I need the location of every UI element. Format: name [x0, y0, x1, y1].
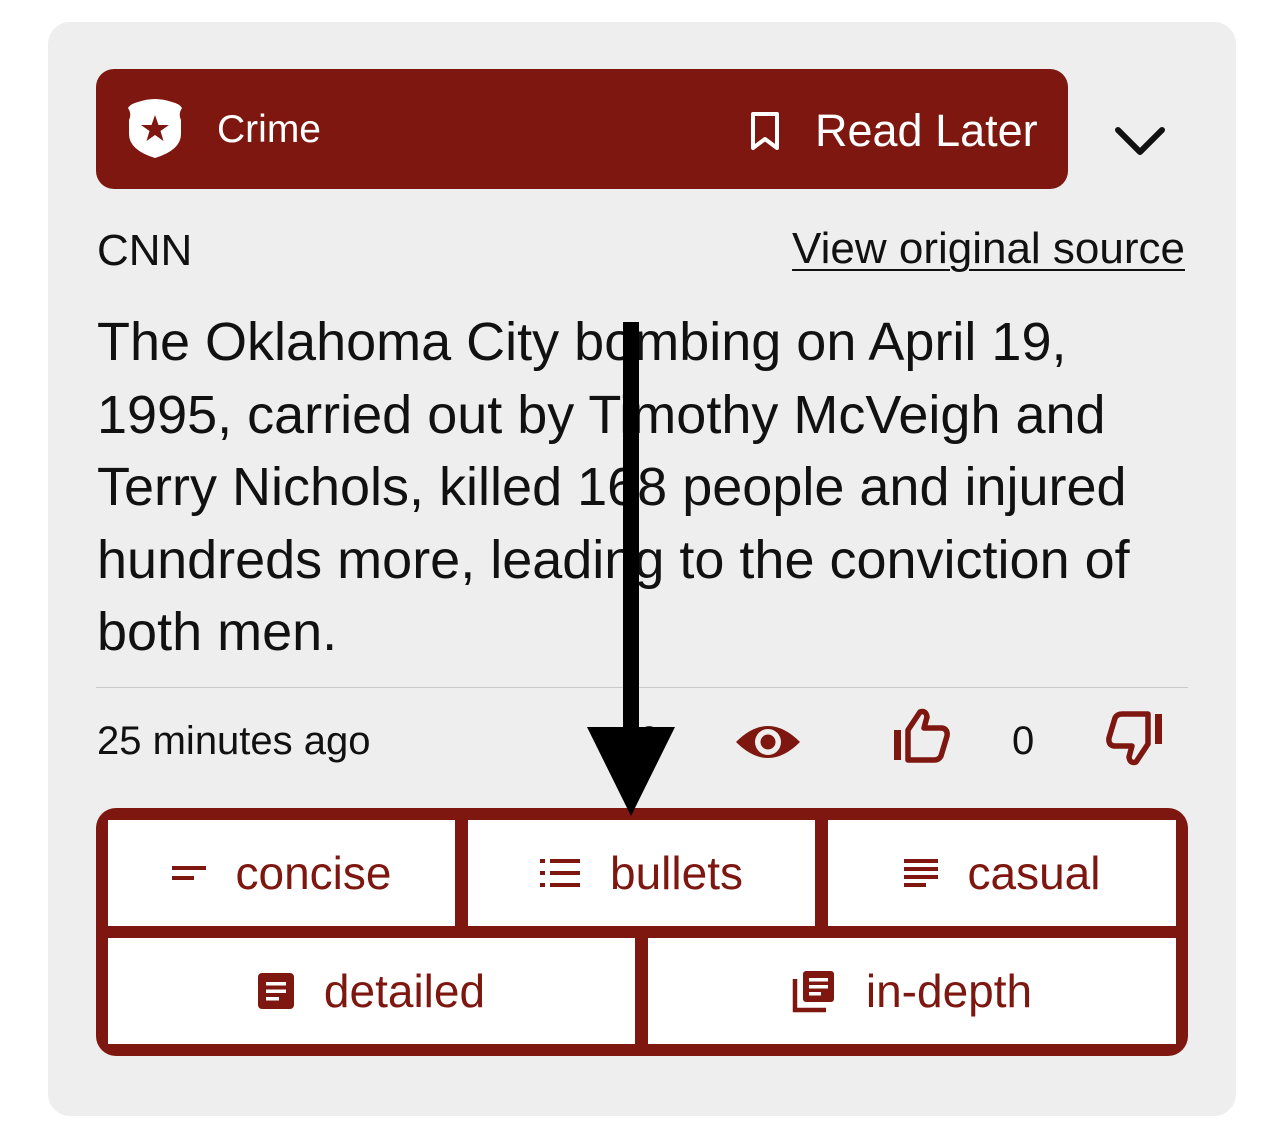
- mode-label: in-depth: [865, 965, 1033, 1017]
- thumbs-down-icon[interactable]: [1104, 710, 1166, 768]
- eye-icon: [736, 726, 800, 758]
- view-original-source-link[interactable]: View original source: [792, 223, 1185, 275]
- mode-label: bullets: [610, 847, 743, 899]
- police-badge-icon: [128, 99, 182, 158]
- bookmark-icon[interactable]: [748, 111, 782, 151]
- library-books-icon: [792, 971, 834, 1013]
- mode-in-depth-button[interactable]: in-depth: [648, 938, 1176, 1044]
- mode-label: concise: [235, 847, 392, 899]
- notes-icon: [903, 859, 938, 887]
- mode-casual-button[interactable]: casual: [828, 820, 1176, 926]
- article-icon: [257, 973, 294, 1009]
- category-label: Crime: [217, 108, 321, 151]
- thumbs-up-icon[interactable]: [890, 706, 952, 764]
- mode-bullets-button[interactable]: bullets: [468, 820, 815, 926]
- mode-detailed-button[interactable]: detailed: [108, 938, 635, 1044]
- source-name: CNN: [97, 226, 193, 275]
- mode-label: detailed: [323, 965, 486, 1017]
- timestamp: 25 minutes ago: [97, 719, 371, 763]
- short-text-icon: [171, 866, 206, 880]
- list-icon: [540, 859, 581, 887]
- read-later-button[interactable]: Read Later: [815, 105, 1038, 157]
- mode-concise-button[interactable]: concise: [108, 820, 455, 926]
- arrow-down-icon: [587, 322, 675, 816]
- category-header[interactable]: Crime Read Later: [96, 69, 1068, 189]
- chevron-down-icon[interactable]: [1112, 118, 1168, 164]
- like-count: 0: [1012, 719, 1035, 763]
- summary-mode-selector: concise bullets casual detailed in-depth: [96, 808, 1188, 1056]
- mode-label: casual: [967, 847, 1101, 899]
